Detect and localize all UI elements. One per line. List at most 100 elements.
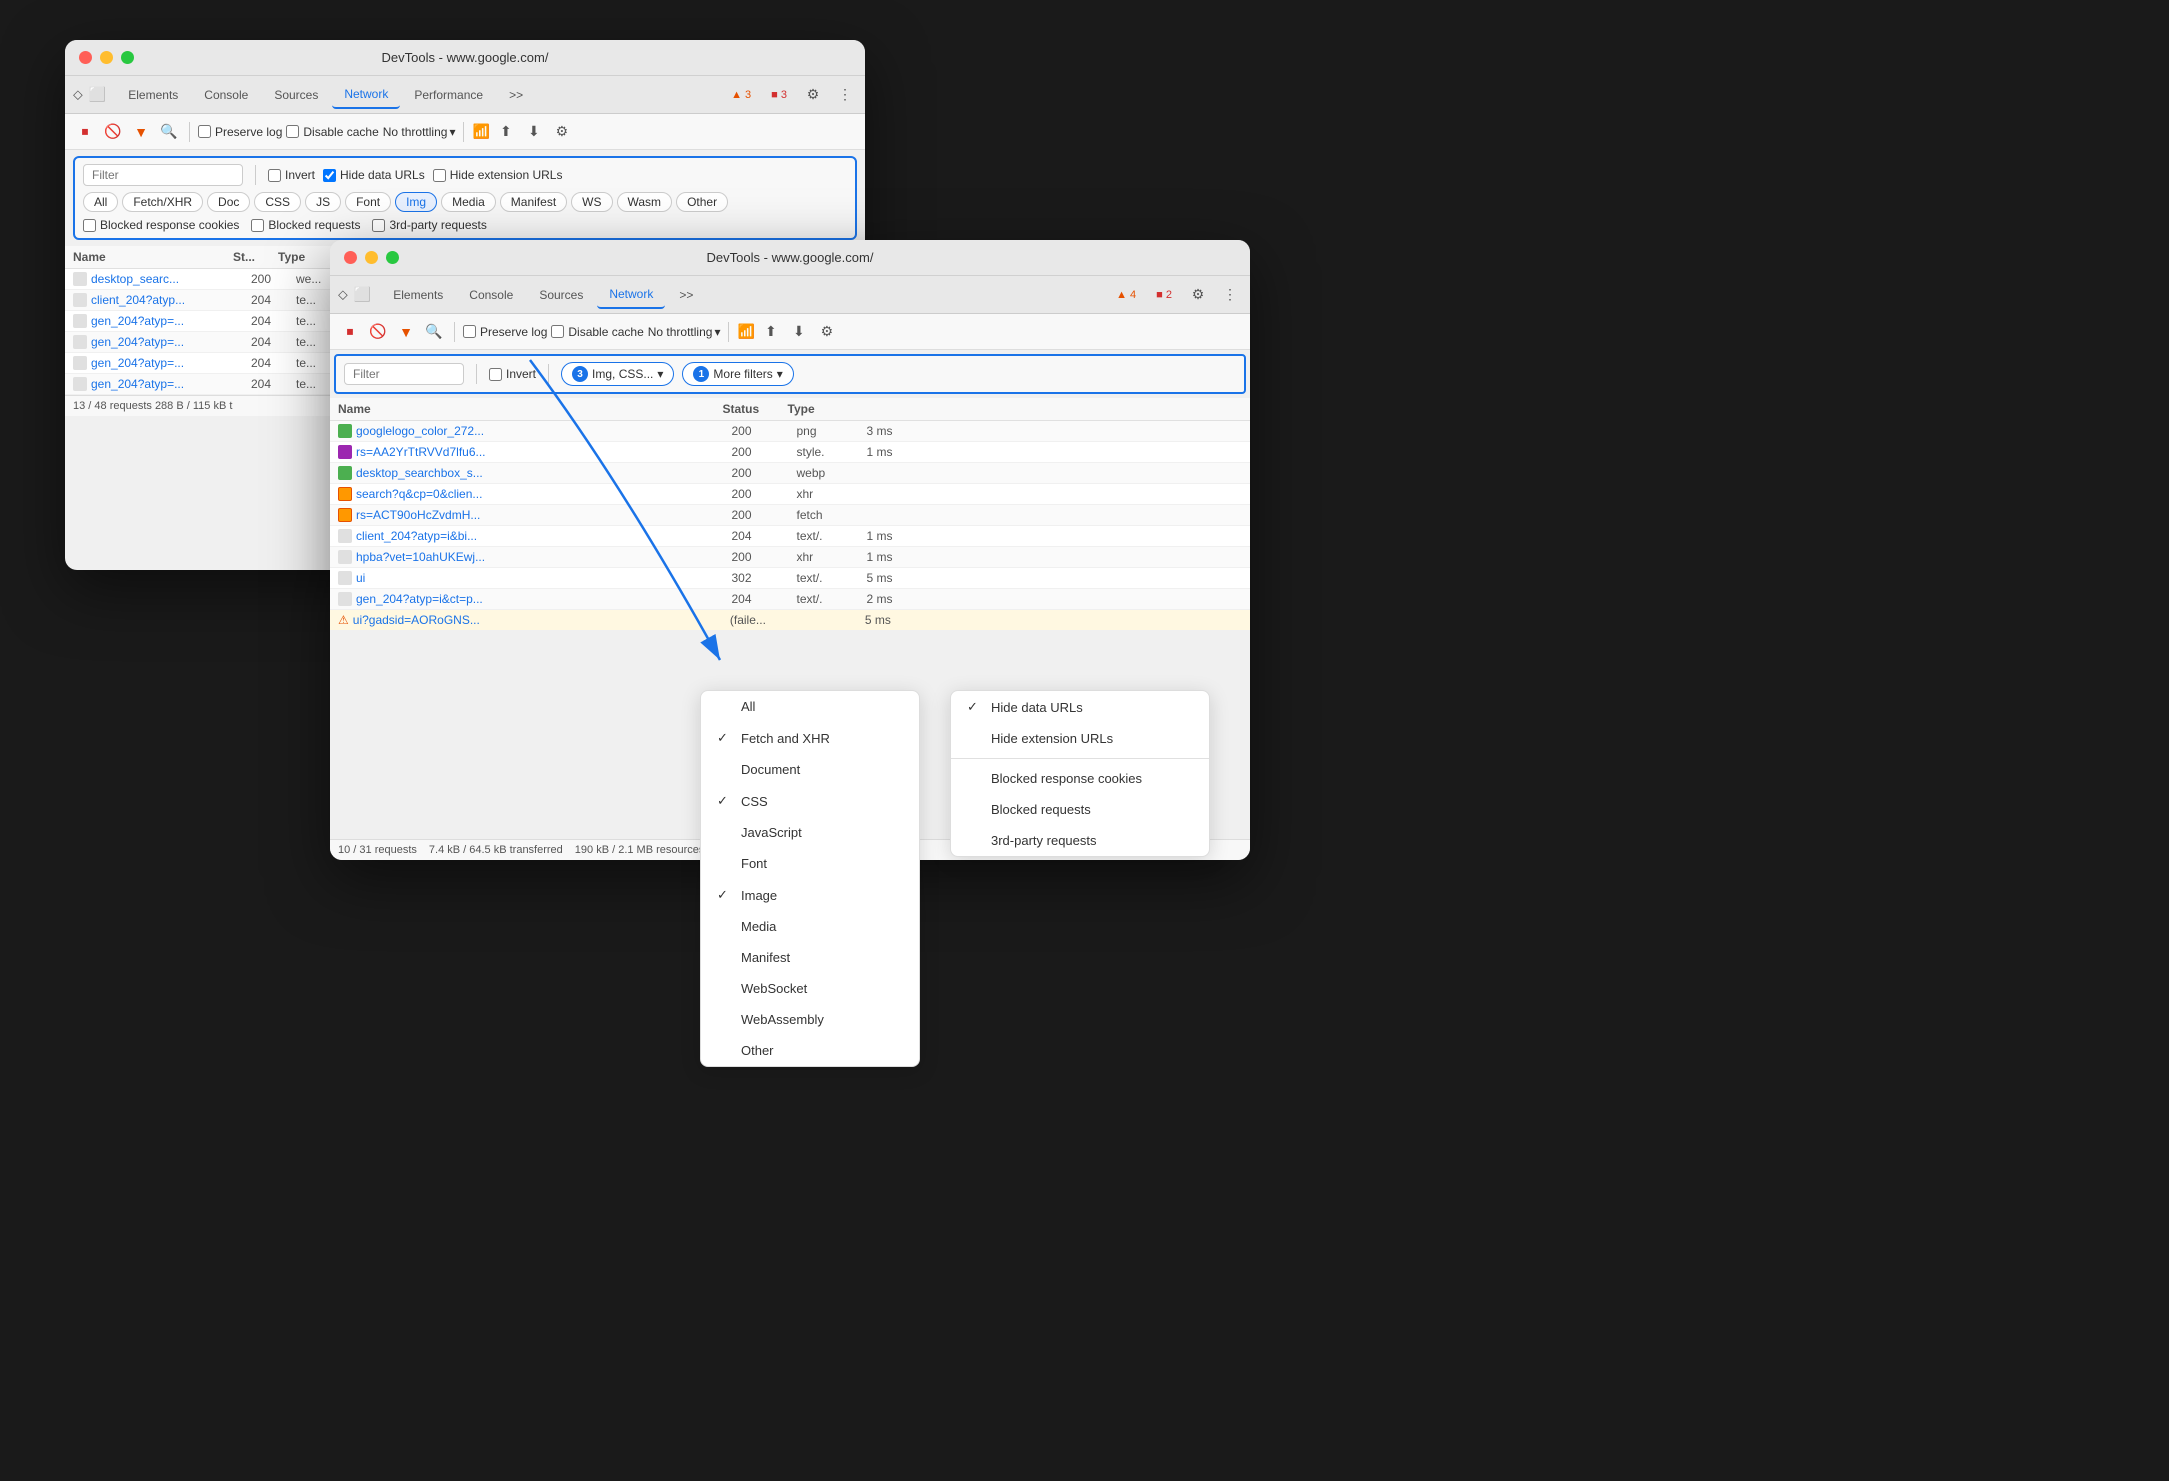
tab-console-1[interactable]: Console <box>192 82 260 108</box>
filter-doc-btn-1[interactable]: Doc <box>207 192 250 212</box>
filter-wasm-btn-1[interactable]: Wasm <box>617 192 673 212</box>
dropdown-item-image[interactable]: ✓ Image <box>701 879 919 911</box>
table-row[interactable]: hpba?vet=10ahUKEwj... 200 xhr 1 ms <box>330 547 1250 568</box>
dropdown-item-font[interactable]: Font <box>701 848 919 879</box>
preserve-log-label-2[interactable]: Preserve log <box>463 325 547 339</box>
filter-other-btn-1[interactable]: Other <box>676 192 728 212</box>
table-row[interactable]: gen_204?atyp=i&ct=p... 204 text/. 2 ms <box>330 589 1250 610</box>
invert-label-1[interactable]: Invert <box>268 168 315 182</box>
clear-button-1[interactable]: 🚫 <box>101 120 125 144</box>
blocked-cookies-label-1[interactable]: Blocked response cookies <box>83 218 239 232</box>
filter-ws-btn-1[interactable]: WS <box>571 192 612 212</box>
filter-img-btn-1[interactable]: Img <box>395 192 437 212</box>
stop-button-2[interactable]: ⏹ <box>338 320 362 344</box>
third-party-cb-1[interactable] <box>372 219 385 232</box>
download-button-1[interactable]: ⬇ <box>522 120 546 144</box>
settings2-button-1[interactable]: ⚙ <box>550 120 574 144</box>
preserve-log-checkbox-1[interactable] <box>198 125 211 138</box>
table-row[interactable]: search?q&cp=0&clien... 200 xhr <box>330 484 1250 505</box>
settings2-button-2[interactable]: ⚙ <box>815 320 839 344</box>
maximize-button-2[interactable] <box>386 251 399 264</box>
third-party-label-1[interactable]: 3rd-party requests <box>372 218 486 232</box>
table-row[interactable]: rs=AA2YrTtRVVd7lfu6... 200 style. 1 ms <box>330 442 1250 463</box>
table-row[interactable]: googlelogo_color_272... 200 png 3 ms <box>330 421 1250 442</box>
stop-button-1[interactable]: ⏹ <box>73 120 97 144</box>
tab-performance-1[interactable]: Performance <box>402 82 495 108</box>
table-row[interactable]: rs=ACT90oHcZvdmH... 200 fetch <box>330 505 1250 526</box>
filter-toggle-2[interactable]: ▼ <box>394 320 418 344</box>
mf-item-third-party[interactable]: 3rd-party requests <box>951 825 1209 856</box>
invert-checkbox-2[interactable] <box>489 368 502 381</box>
invert-label-2[interactable]: Invert <box>489 367 536 381</box>
tab-more-1[interactable]: >> <box>497 82 535 108</box>
blocked-req-label-1[interactable]: Blocked requests <box>251 218 360 232</box>
dropdown-item-fetch[interactable]: ✓ Fetch and XHR <box>701 722 919 754</box>
table-row[interactable]: ⚠ ui?gadsid=AORoGNS... (faile... 5 ms <box>330 610 1250 631</box>
filter-xhr-btn-1[interactable]: Fetch/XHR <box>122 192 203 212</box>
settings-button-2[interactable]: ⚙ <box>1186 283 1210 307</box>
upload-button-2[interactable]: ⬆ <box>759 320 783 344</box>
close-button-2[interactable] <box>344 251 357 264</box>
dropdown-item-js[interactable]: JavaScript <box>701 817 919 848</box>
search-button-1[interactable]: 🔍 <box>157 120 181 144</box>
filter-manifest-btn-1[interactable]: Manifest <box>500 192 567 212</box>
dropdown-item-doc[interactable]: Document <box>701 754 919 785</box>
tab-elements-1[interactable]: Elements <box>116 82 190 108</box>
clear-button-2[interactable]: 🚫 <box>366 320 390 344</box>
hide-data-urls-checkbox-1[interactable] <box>323 169 336 182</box>
preserve-log-label-1[interactable]: Preserve log <box>198 125 282 139</box>
close-button-1[interactable] <box>79 51 92 64</box>
search-button-2[interactable]: 🔍 <box>422 320 446 344</box>
dropdown-item-manifest[interactable]: Manifest <box>701 942 919 973</box>
more-filters-dropdown-btn[interactable]: 1 More filters ▾ <box>682 362 793 386</box>
dropdown-item-ws[interactable]: WebSocket <box>701 973 919 1004</box>
throttle-selector-2[interactable]: No throttling ▾ <box>648 325 721 339</box>
table-row[interactable]: client_204?atyp=i&bi... 204 text/. 1 ms <box>330 526 1250 547</box>
disable-cache-label-2[interactable]: Disable cache <box>551 325 643 339</box>
table-row[interactable]: ui 302 text/. 5 ms <box>330 568 1250 589</box>
filter-input-1[interactable] <box>83 164 243 186</box>
dropdown-item-other[interactable]: Other <box>701 1035 919 1066</box>
dropdown-item-media[interactable]: Media <box>701 911 919 942</box>
filter-media-btn-1[interactable]: Media <box>441 192 496 212</box>
dropdown-item-all[interactable]: All <box>701 691 919 722</box>
dropdown-item-css[interactable]: ✓ CSS <box>701 785 919 817</box>
tab-network-2[interactable]: Network <box>597 281 665 309</box>
filter-js-btn-1[interactable]: JS <box>305 192 341 212</box>
download-button-2[interactable]: ⬇ <box>787 320 811 344</box>
filter-css-btn-1[interactable]: CSS <box>254 192 301 212</box>
filter-input-2[interactable] <box>344 363 464 385</box>
mf-item-hide-ext-urls[interactable]: Hide extension URLs <box>951 723 1209 754</box>
hide-ext-urls-checkbox-1[interactable] <box>433 169 446 182</box>
tab-network-1[interactable]: Network <box>332 81 400 109</box>
hide-data-urls-label-1[interactable]: Hide data URLs <box>323 168 425 182</box>
more-button-1[interactable]: ⋮ <box>833 83 857 107</box>
tab-elements-2[interactable]: Elements <box>381 282 455 308</box>
mf-item-hide-data-urls[interactable]: ✓ Hide data URLs <box>951 691 1209 723</box>
hide-ext-urls-label-1[interactable]: Hide extension URLs <box>433 168 563 182</box>
minimize-button-1[interactable] <box>100 51 113 64</box>
table-row[interactable]: desktop_searchbox_s... 200 webp <box>330 463 1250 484</box>
blocked-cookies-cb-1[interactable] <box>83 219 96 232</box>
resource-type-dropdown-btn[interactable]: 3 Img, CSS... ▾ <box>561 362 674 386</box>
more-button-2[interactable]: ⋮ <box>1218 283 1242 307</box>
disable-cache-checkbox-2[interactable] <box>551 325 564 338</box>
dropdown-item-wasm[interactable]: WebAssembly <box>701 1004 919 1035</box>
tab-sources-2[interactable]: Sources <box>527 282 595 308</box>
preserve-log-checkbox-2[interactable] <box>463 325 476 338</box>
filter-toggle-1[interactable]: ▼ <box>129 120 153 144</box>
throttle-selector-1[interactable]: No throttling ▾ <box>383 125 456 139</box>
mf-item-blocked-cookies[interactable]: Blocked response cookies <box>951 763 1209 794</box>
blocked-req-cb-1[interactable] <box>251 219 264 232</box>
filter-all-btn-1[interactable]: All <box>83 192 118 212</box>
mf-item-blocked-requests[interactable]: Blocked requests <box>951 794 1209 825</box>
maximize-button-1[interactable] <box>121 51 134 64</box>
tab-more-2[interactable]: >> <box>667 282 705 308</box>
tab-sources-1[interactable]: Sources <box>262 82 330 108</box>
filter-font-btn-1[interactable]: Font <box>345 192 391 212</box>
minimize-button-2[interactable] <box>365 251 378 264</box>
upload-button-1[interactable]: ⬆ <box>494 120 518 144</box>
settings-button-1[interactable]: ⚙ <box>801 83 825 107</box>
tab-console-2[interactable]: Console <box>457 282 525 308</box>
disable-cache-checkbox-1[interactable] <box>286 125 299 138</box>
